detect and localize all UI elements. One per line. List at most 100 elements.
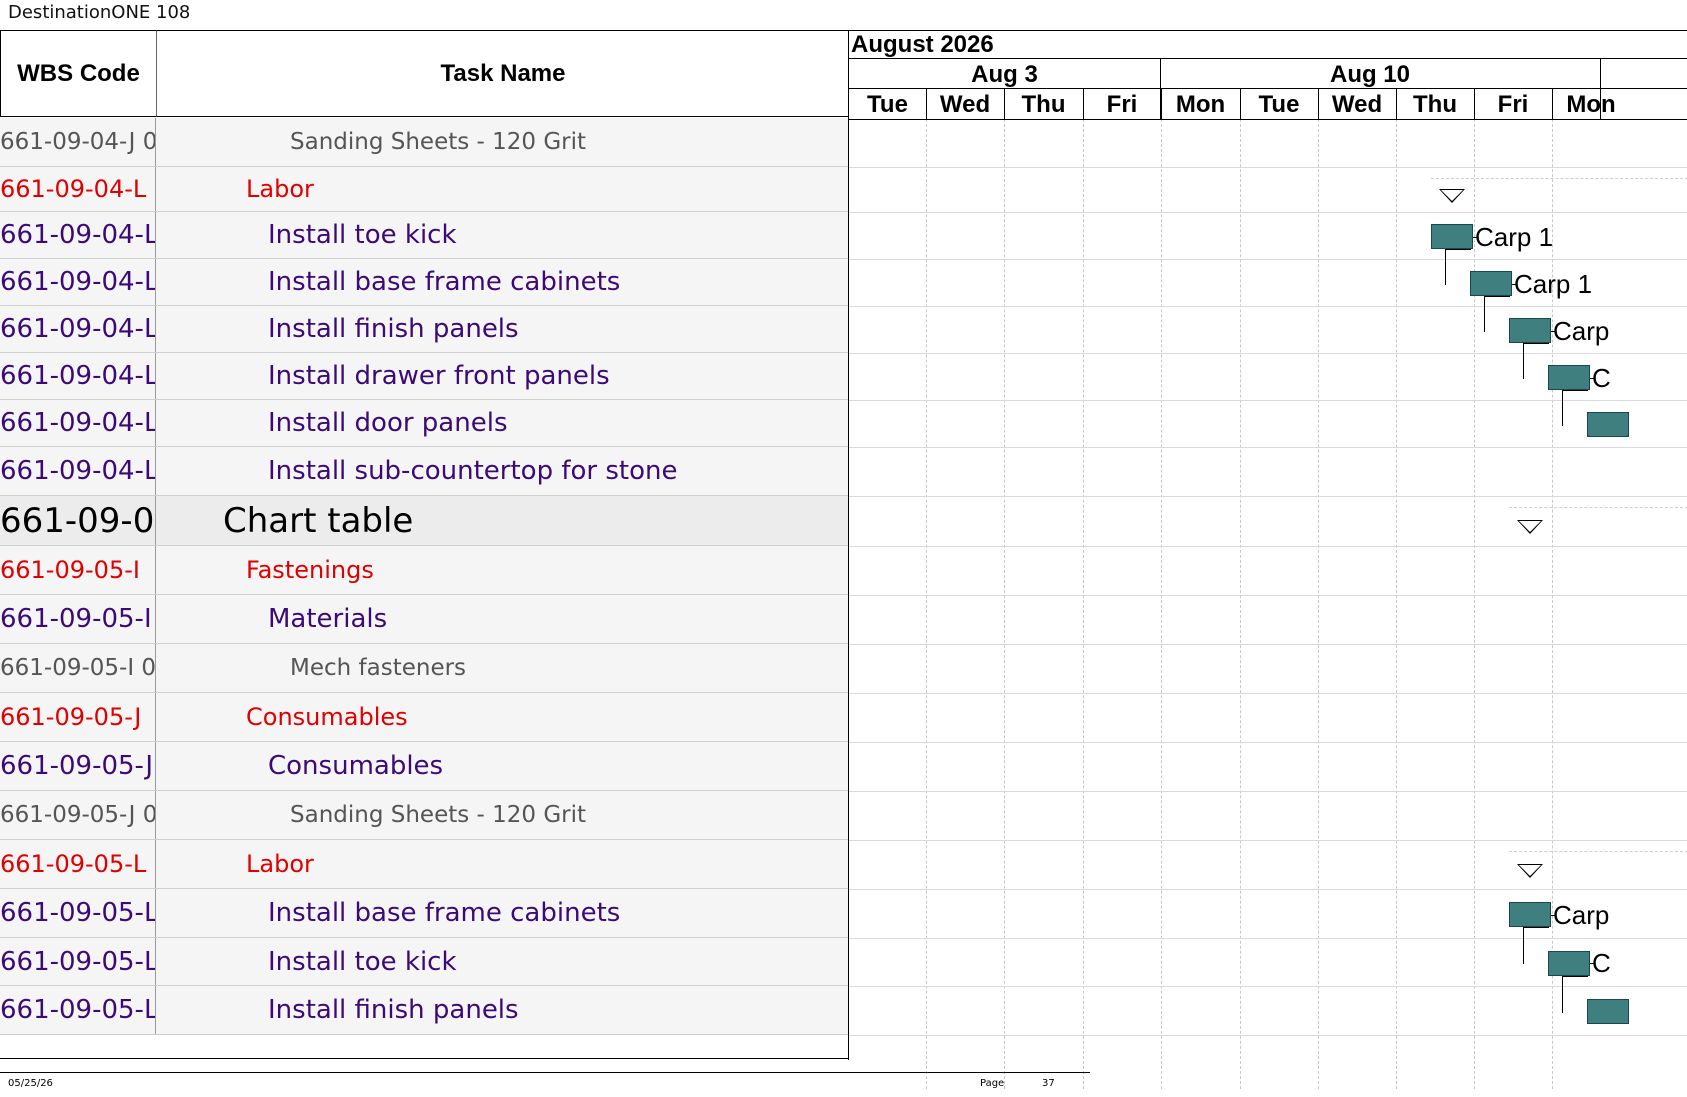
- timescale-day: Tue: [1258, 91, 1300, 118]
- summary-marker-fill: [1441, 189, 1463, 201]
- gantt-row-line: [849, 447, 1687, 448]
- column-header-wbs[interactable]: WBS Code: [0, 30, 156, 117]
- gantt-task-bar[interactable]: [1587, 999, 1629, 1024]
- wbs-code-cell: 661-09-05-I 01: [0, 644, 156, 692]
- gantt-row-line: [849, 546, 1687, 547]
- table-row[interactable]: 661-09-05 Chart table: [0, 496, 849, 546]
- gantt-row-line: [849, 353, 1687, 354]
- summary-marker-fill: [1519, 521, 1541, 532]
- gantt-dependency-link: [1445, 249, 1471, 285]
- gantt-row-line: [849, 259, 1687, 260]
- task-name-cell: Labor: [246, 850, 314, 878]
- task-name-cell: Install finish panels: [268, 995, 519, 1025]
- wbs-code-cell: 661-09-04-J 01: [0, 118, 156, 166]
- gantt-resource-label: Carp: [1553, 315, 1610, 346]
- day-separator: [1318, 88, 1319, 119]
- gantt-row-line: [849, 693, 1687, 694]
- task-name-cell: Install drawer front panels: [268, 361, 610, 391]
- table-row[interactable]: 661-09-05-I Fastenings: [0, 546, 849, 595]
- summary-span-line: [1509, 851, 1687, 852]
- gantt-dependency-link: [1523, 343, 1549, 379]
- table-row[interactable]: 661-09-05-L Install base frame cabinets: [0, 889, 849, 938]
- table-row[interactable]: 661-09-05-J 01 Sanding Sheets - 120 Grit: [0, 791, 849, 840]
- wbs-code-cell: 661-09-05-I: [0, 546, 156, 594]
- table-row[interactable]: 661-09-05-I 01 Mech fasteners: [0, 644, 849, 693]
- table-row[interactable]: 661-09-05-I 0 Materials: [0, 595, 849, 644]
- day-separator: [1552, 88, 1553, 119]
- table-row[interactable]: 661-09-05-J Consumables: [0, 693, 849, 742]
- day-separator: [1396, 88, 1397, 119]
- wbs-code-cell: 661-09-05-L: [0, 889, 156, 937]
- table-row[interactable]: 661-09-04-L Install toe kick: [0, 212, 849, 259]
- wbs-code-cell: 661-09-04-L: [0, 167, 156, 211]
- table-row[interactable]: 661-09-04-L Install sub-countertop for st…: [0, 447, 849, 496]
- timescale-divider: [849, 58, 1687, 59]
- task-name-cell: Install base frame cabinets: [268, 898, 621, 928]
- day-separator: [1161, 88, 1162, 119]
- gantt-row-line: [849, 644, 1687, 645]
- wbs-code-cell: 661-09-04-L: [0, 400, 156, 446]
- timescale-day: Mon: [1175, 91, 1226, 118]
- timescale-month: August 2026: [851, 31, 994, 58]
- timescale-day: Thu: [1021, 91, 1066, 118]
- gantt-row-line: [849, 212, 1687, 213]
- gantt-dependency-link: [1484, 296, 1510, 332]
- gantt-task-bar[interactable]: [1509, 318, 1551, 343]
- wbs-code-cell: 661-09-05-L: [0, 986, 156, 1034]
- timescale-divider: [849, 88, 1687, 89]
- gantt-task-bar[interactable]: [1470, 271, 1512, 296]
- gantt-row-line: [849, 840, 1687, 841]
- timescale-week-1: Aug 3: [971, 61, 1038, 88]
- timescale-bottom: [849, 119, 1687, 120]
- table-row[interactable]: 661-09-04-L Install door panels: [0, 400, 849, 447]
- task-name-cell: Consumables: [246, 703, 408, 731]
- day-separator: [926, 88, 927, 119]
- task-name-cell: Labor: [246, 175, 314, 203]
- gantt-label-leader: [1551, 330, 1555, 332]
- table-row[interactable]: 661-09-04-L Install drawer front panels: [0, 353, 849, 400]
- wbs-code-cell: 661-09-05-J: [0, 693, 156, 741]
- footer-page-label: Page: [980, 1078, 1005, 1089]
- wbs-code-cell: 661-09-04-L: [0, 259, 156, 305]
- task-name-cell: Install door panels: [268, 408, 508, 438]
- gantt-task-bar[interactable]: [1548, 365, 1590, 390]
- table-row[interactable]: 661-09-05-L Labor: [0, 840, 849, 889]
- timescale-day: Wed: [939, 91, 991, 118]
- wbs-code-cell: 661-09-05-J 0: [0, 742, 156, 790]
- day-gridline: [1240, 119, 1241, 1089]
- table-row[interactable]: 661-09-05-J 0 Consumables: [0, 742, 849, 791]
- task-name-cell: Chart table: [223, 500, 414, 541]
- gantt-chart: August 2026 Aug 3 Aug 10 Tue Wed Thu Fri Mon…: [848, 30, 1687, 1089]
- gantt-dependency-link: [1562, 975, 1588, 1013]
- table-row[interactable]: 661-09-04-L Install finish panels: [0, 306, 849, 353]
- gantt-row-line: [849, 167, 1687, 168]
- wbs-code-cell: 661-09-04-L: [0, 212, 156, 258]
- summary-span-line: [1509, 507, 1687, 508]
- day-separator: [1083, 88, 1084, 119]
- footer-page-number: 37: [1042, 1078, 1055, 1089]
- day-separator: [1004, 88, 1005, 119]
- task-name-cell: Materials: [268, 604, 388, 634]
- gantt-task-bar[interactable]: [1548, 950, 1590, 976]
- day-gridline: [1161, 119, 1162, 1089]
- gantt-row-line: [849, 742, 1687, 743]
- gantt-task-bar[interactable]: [1509, 902, 1551, 927]
- day-gridline: [1396, 119, 1397, 1089]
- summary-span-line: [1431, 178, 1687, 179]
- timescale-day: Thu: [1413, 91, 1457, 118]
- column-header-task-name[interactable]: Task Name: [156, 30, 849, 117]
- table-row[interactable]: 661-09-04-L Labor: [0, 167, 849, 212]
- table-row[interactable]: 661-09-05-L Install toe kick: [0, 938, 849, 986]
- gantt-task-bar[interactable]: [1431, 224, 1473, 249]
- table-row[interactable]: 661-09-05-L Install finish panels: [0, 986, 849, 1035]
- table-row[interactable]: 661-09-04-J 01 Sanding Sheets - 120 Grit: [0, 118, 849, 167]
- task-name-cell: Sanding Sheets - 120 Grit: [290, 802, 587, 828]
- day-gridline: [1083, 119, 1084, 1089]
- day-gridline: [1474, 119, 1475, 1089]
- timescale-week-2: Aug 10: [1329, 61, 1410, 88]
- task-name-cell: Consumables: [268, 751, 444, 781]
- table-row[interactable]: 661-09-04-L Install base frame cabinets: [0, 259, 849, 306]
- task-name-cell: Mech fasteners: [290, 655, 467, 681]
- gantt-task-bar[interactable]: [1587, 412, 1629, 437]
- timescale-day: Fri: [1106, 91, 1138, 118]
